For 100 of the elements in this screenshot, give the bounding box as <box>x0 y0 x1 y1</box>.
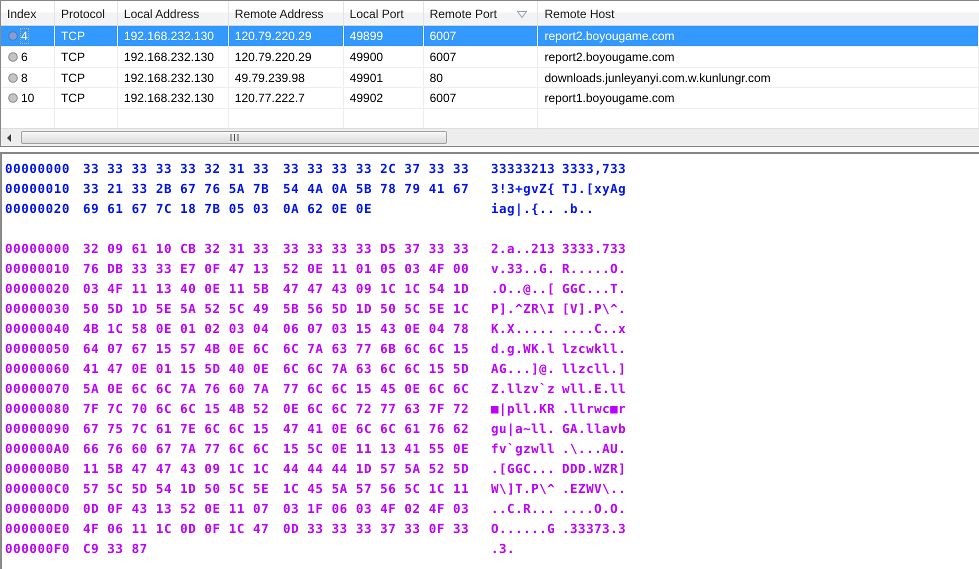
hex-bytes: 33 33 33 33 2C 37 33 33 <box>283 160 470 176</box>
table-cell: 49902 <box>350 91 384 106</box>
column-header[interactable]: Protocol <box>54 1 118 26</box>
ascii-text: .b.. <box>562 200 596 216</box>
hex-bytes: 0D 0F 43 13 52 0E 11 07 <box>83 500 270 516</box>
table-cell: 49901 <box>350 70 384 85</box>
table-cell: 49899 <box>350 29 384 44</box>
offset-text: 00000010 <box>5 260 72 276</box>
column-header[interactable]: Remote Host <box>538 1 979 26</box>
column-header[interactable]: Remote Port <box>424 1 538 26</box>
ascii-text: TJ.[xyAg <box>562 180 628 196</box>
table-cell: TCP <box>60 91 85 106</box>
ascii-text: 3333.733 <box>562 240 628 256</box>
hex-bytes: 76 DB 33 33 E7 0F 47 13 <box>83 260 270 276</box>
offset-text: 00000080 <box>5 400 72 416</box>
ascii-text: .EZWV\.. <box>562 480 628 496</box>
hex-bytes: 33 33 33 33 D5 37 33 33 <box>283 240 470 256</box>
ascii-text: ■|pll.KR <box>491 400 556 416</box>
ascii-text: d.g.WK.l <box>491 340 556 356</box>
column-header[interactable]: Local Address <box>118 1 229 26</box>
ascii-text: DDD.WZR] <box>562 460 628 476</box>
hex-bytes: 44 44 44 1D 57 5A 52 5D <box>283 460 470 476</box>
ascii-text: R.....O. <box>562 260 628 276</box>
hex-bytes: 4F 06 11 1C 0D 0F 1C 47 <box>83 520 270 536</box>
ascii-text: GA.llavb <box>562 420 628 436</box>
table-cell: 4 <box>21 29 28 44</box>
ascii-text: Z.llzv`z <box>491 380 556 396</box>
table-cell: TCP <box>60 70 85 85</box>
table-cell: 192.168.232.130 <box>124 70 214 85</box>
ascii-text: .O..@..[ <box>491 280 556 296</box>
ascii-text: v.33..G. <box>491 260 556 276</box>
table-cell: downloads.junleyanyi.com.w.kunlungr.com <box>544 70 771 85</box>
offset-text: 000000F0 <box>5 540 72 556</box>
grip-icon <box>230 134 238 142</box>
hex-bytes: 50 5D 1D 5E 5A 52 5C 49 <box>83 300 270 316</box>
table-row[interactable]: 8 TCP 192.168.232.130 49.79.239.98 49901 80 downloads.junleyanyi.com.w.kunlungr.com <box>1 68 979 88</box>
hex-bytes: 41 47 0E 01 15 5D 40 0E <box>83 360 270 376</box>
table-cell: report1.boyougame.com <box>544 91 675 106</box>
hex-bytes: C9 33 87 <box>83 540 149 556</box>
horizontal-scrollbar[interactable] <box>1 128 979 146</box>
ascii-text: .\...AU. <box>562 440 628 456</box>
hex-bytes: 52 0E 11 01 05 03 4F 00 <box>283 260 470 276</box>
table-cell: 192.168.232.130 <box>124 91 214 106</box>
column-header[interactable]: Local Port <box>344 1 424 26</box>
ascii-text: GGC...T. <box>562 280 628 296</box>
ascii-text: 2.a..213 <box>491 240 556 256</box>
scroll-left-icon[interactable] <box>6 134 12 142</box>
ascii-text: .[GGC... <box>491 460 556 476</box>
table-cell: 80 <box>430 70 443 85</box>
ascii-text: ....O.O. <box>562 500 628 516</box>
offset-text: 00000060 <box>5 360 72 376</box>
table-cell: 49.79.239.98 <box>234 70 305 85</box>
ascii-text: gu|a~ll. <box>491 420 556 436</box>
hex-bytes: 47 47 43 09 1C 1C 54 1D <box>283 280 470 296</box>
hex-bytes: 33 21 33 2B 67 76 5A 7B <box>83 180 270 196</box>
ascii-text: iag|.{.. <box>491 200 556 216</box>
column-header[interactable]: Remote Address <box>228 1 344 26</box>
table-cell: 192.168.232.130 <box>124 29 214 44</box>
ascii-text: llzcll.] <box>562 360 628 376</box>
hex-bytes: 0E 6C 6C 72 77 63 7F 72 <box>283 400 470 416</box>
table-cell: 10 <box>21 91 34 106</box>
offset-text: 000000B0 <box>5 460 72 476</box>
offset-text: 000000C0 <box>5 480 72 496</box>
table-cell: 6007 <box>430 91 456 106</box>
hex-bytes: 57 5C 5D 54 1D 50 5C 5E <box>83 480 270 496</box>
hex-bytes: 6C 7A 63 77 6B 6C 6C 15 <box>283 340 470 356</box>
offset-text: 00000000 <box>5 160 72 176</box>
table-row[interactable]: 6 TCP 192.168.232.130 120.79.220.29 49900 6007 report2.boyougame.com <box>1 47 979 68</box>
hex-bytes: 11 5B 47 47 43 09 1C 1C <box>83 460 270 476</box>
offset-text: 00000040 <box>5 320 72 336</box>
ascii-text: 3!3+gvZ{ <box>491 180 556 196</box>
offset-text: 000000D0 <box>5 500 72 516</box>
offset-text: 00000070 <box>5 380 72 396</box>
hex-bytes: 66 76 60 67 7A 77 6C 6C <box>83 440 270 456</box>
ascii-text: ..C.R... <box>491 500 556 516</box>
ascii-text: K.X..... <box>491 320 556 336</box>
hex-bytes: 54 4A 0A 5B 78 79 41 67 <box>283 180 470 196</box>
hex-bytes: 67 75 7C 61 7E 6C 6C 15 <box>83 420 270 436</box>
column-header[interactable]: Index <box>1 1 55 26</box>
offset-text: 000000A0 <box>5 440 72 456</box>
hex-bytes: 7F 7C 70 6C 6C 15 4B 52 <box>83 400 270 416</box>
scroll-thumb[interactable] <box>21 131 447 144</box>
hex-bytes: 06 07 03 15 43 0E 04 78 <box>283 320 470 336</box>
offset-text: 000000E0 <box>5 520 72 536</box>
hex-bytes: 5B 56 5D 1D 50 5C 5E 1C <box>283 300 470 316</box>
table-cell: 6007 <box>430 29 456 44</box>
table-cell: 192.168.232.130 <box>124 50 214 64</box>
hex-bytes: 1C 45 5A 57 56 5C 1C 11 <box>283 480 470 496</box>
offset-text: 00000020 <box>5 280 72 296</box>
ascii-text: [V].P\^. <box>562 300 628 316</box>
status-dot-icon <box>8 72 18 83</box>
status-dot-icon <box>8 31 18 42</box>
hex-bytes: 03 1F 06 03 4F 02 4F 03 <box>283 500 470 516</box>
ascii-text: O......G <box>491 520 556 536</box>
ascii-text: W\]T.P\^ <box>491 480 556 496</box>
table-row[interactable]: 10 TCP 192.168.232.130 120.77.222.7 49902 6007 report1.boyougame.com <box>1 88 979 109</box>
table-cell: 49900 <box>350 50 384 64</box>
hex-bytes: 32 09 61 10 CB 32 31 33 <box>83 240 270 256</box>
offset-text: 00000050 <box>5 340 72 356</box>
ascii-text: .3. <box>491 540 516 556</box>
